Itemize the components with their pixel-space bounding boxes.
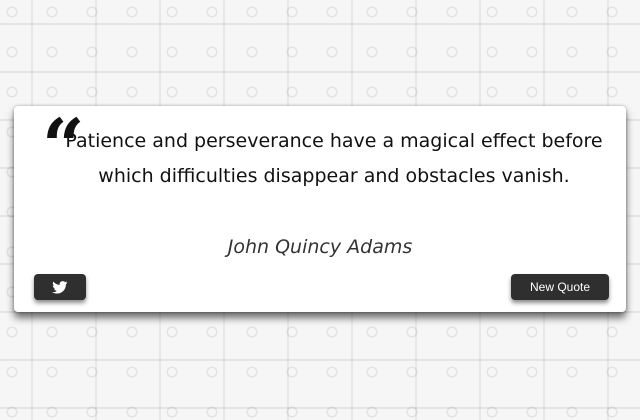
new-quote-button[interactable]: New Quote: [511, 274, 609, 300]
tweet-button[interactable]: [34, 274, 86, 300]
quote-card: “ Patience and perseverance have a magic…: [14, 106, 626, 312]
quote-block: “ Patience and perseverance have a magic…: [42, 110, 608, 194]
quote-text: Patience and perseverance have a magical…: [65, 130, 603, 187]
twitter-icon: [52, 280, 68, 294]
quote-author: John Quincy Adams: [227, 236, 413, 258]
quote-mark-icon: “: [42, 104, 85, 190]
